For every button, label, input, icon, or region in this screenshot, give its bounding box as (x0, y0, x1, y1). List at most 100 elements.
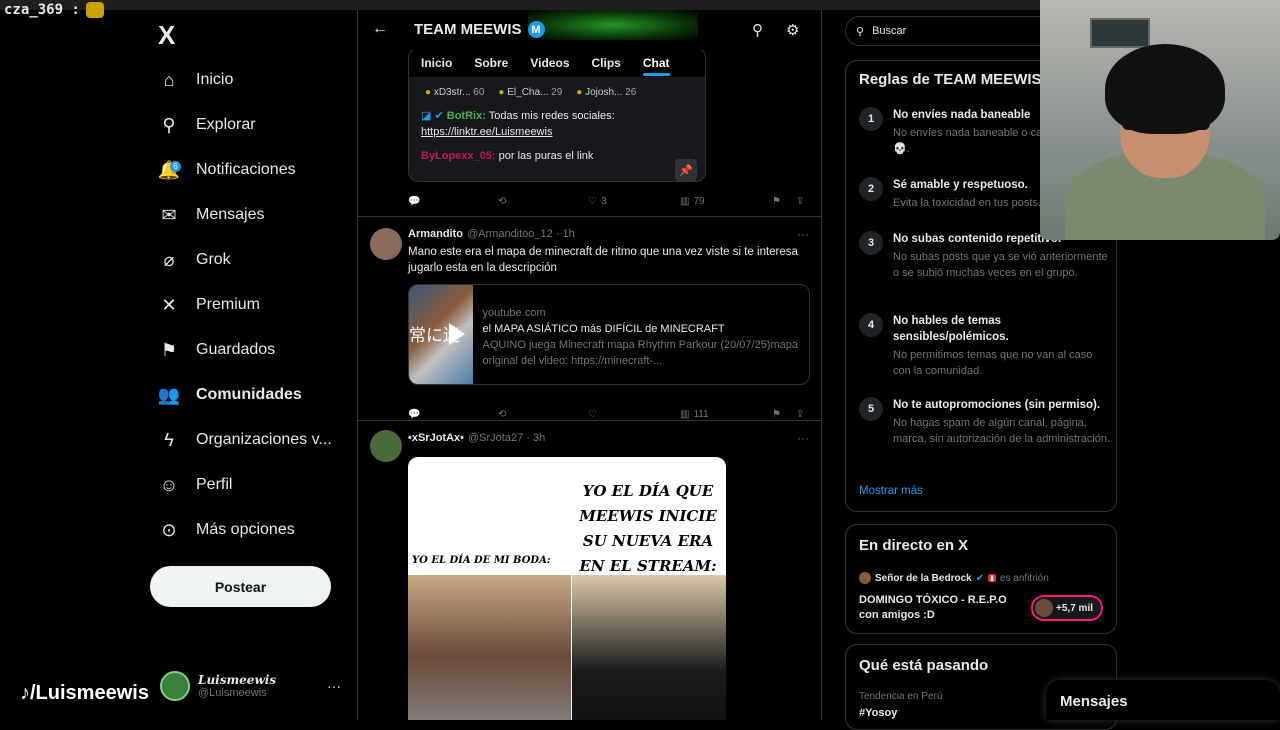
post-text: Mano este era el mapa de minecraft de ri… (408, 246, 798, 274)
rule-number: 5 (859, 397, 883, 421)
community-header: ← TEAM MEEWIS M ⚲ ⚙ (358, 10, 821, 50)
post-header: •xSrJotAx• @SrJota27 · 3h (408, 432, 545, 444)
lightning-icon: ϟ (164, 429, 174, 450)
nav-item-mensajes[interactable]: ✉ Mensajes (158, 195, 264, 235)
bookmark-icon[interactable]: ⚑ (772, 409, 781, 420)
post-author[interactable]: •xSrJotAx• (408, 432, 464, 444)
card-description: AQUINO juega Minecraft mapa Rhythm Parko… (482, 339, 798, 367)
messages-drawer[interactable]: Mensajes (1046, 680, 1280, 720)
repost-icon[interactable]: ⟲ (498, 409, 506, 420)
meme-caption-left: YO EL DÍA DE MI BODA: (412, 555, 551, 566)
x-logo-icon[interactable]: X (158, 20, 175, 51)
nav-label: Más opciones (196, 521, 295, 538)
account-switcher[interactable]: Luismeewis @Luismeewis ··· (160, 668, 355, 704)
post-handle: @SrJota27 · 3h (468, 432, 546, 444)
community-tabs: Inicio Sobre Videos Clips Chat (409, 49, 705, 77)
rule-description: No permitimos temas que no van al caso c… (893, 349, 1093, 377)
tab-videos[interactable]: Videos (530, 56, 569, 70)
live-host: Señor de la Bedrock ✔ ▮ es anfitrión (859, 572, 1049, 584)
tab-clips[interactable]: Clips (592, 56, 621, 70)
search-input[interactable]: Buscar (872, 25, 906, 37)
rule-number: 1 (859, 107, 883, 131)
trends-title: Qué está pasando (859, 657, 989, 674)
post-button[interactable]: Postear (150, 566, 331, 607)
youtube-card[interactable]: 常に迷 youtube.com el MAPA ASIÁTICO más DIF… (408, 284, 810, 385)
nav-item-guardados[interactable]: ⚑ Guardados (158, 330, 275, 370)
rule-description: No hagas spam de algún canal, página, ma… (893, 417, 1111, 445)
linktree-link[interactable]: https://linktr.ee/Luismeewis (421, 126, 552, 138)
bell-icon: 🔔 6 (157, 159, 181, 180)
avatar (859, 572, 871, 584)
nav-item-perfil[interactable]: ☺ Perfil (158, 465, 233, 505)
nav-label: Inicio (196, 71, 234, 88)
reply-icon[interactable]: 💬 (408, 409, 420, 420)
search-icon[interactable]: ⚲ (752, 21, 763, 39)
play-icon[interactable] (449, 323, 465, 345)
reply-icon[interactable]: 💬 (408, 196, 420, 207)
nav-label: Comunidades (196, 386, 302, 403)
nav-item-notificaciones[interactable]: 🔔 6 Notificaciones (158, 150, 296, 190)
main-timeline: ← TEAM MEEWIS M ⚲ ⚙ Inicio Sobre Videos Cli… (357, 10, 822, 720)
live-stream-title: DOMINGO TÓXICO - R.E.P.O con amigos :D (859, 594, 1007, 621)
post-actions: 💬 ⟲ ♡ 3 ▥ 79 ⚑ ⇪ (408, 193, 808, 209)
repost-icon[interactable]: ⟲ (498, 196, 506, 207)
nav-item-más-opciones[interactable]: ⊙ Más opciones (158, 510, 295, 550)
chat-user[interactable]: ● Jojosh... 26 (576, 87, 636, 98)
live-on-x[interactable]: En directo en X Señor de la Bedrock ✔ ▮ e… (845, 524, 1117, 634)
notification-badge: 6 (170, 161, 181, 172)
account-name: Luismeewis (198, 673, 277, 687)
like-icon[interactable]: ♡ (588, 409, 597, 420)
listener-count[interactable]: +5,7 mil (1031, 595, 1103, 621)
more-dots-icon[interactable]: ··· (797, 431, 809, 445)
trend-item[interactable]: #Yosoy (859, 707, 897, 719)
views-button[interactable]: ▥ 79 (680, 196, 705, 207)
post-handle: @Armanditoo_12 · 1h (467, 228, 575, 240)
back-arrow-icon[interactable]: ← (372, 20, 388, 38)
chat-user[interactable]: ● xD3str... 60 (425, 87, 484, 98)
nav-item-explorar[interactable]: ⚲ Explorar (158, 105, 255, 145)
account-handle: @Luismeewis (198, 687, 267, 699)
tiktok-watermark: ♪/Luismeewis (20, 682, 149, 704)
verified-icon: ✔ (975, 572, 985, 584)
avatar[interactable] (370, 430, 402, 462)
avatar[interactable] (370, 228, 402, 260)
card-title: el MAPA ASIÁTICO más DIFÍCIL de MINECRAF… (482, 323, 725, 335)
home-icon: ⌂ (163, 69, 175, 90)
views-button[interactable]: ▥ 111 (680, 409, 709, 420)
bookmark-icon[interactable]: ⚑ (772, 196, 781, 207)
emote-icon (85, 2, 104, 18)
chat-user[interactable]: ● El_Cha... 29 (498, 87, 562, 98)
tab-chat[interactable]: Chat (642, 56, 670, 76)
share-icon[interactable]: ⇪ (796, 196, 804, 207)
live-flag-icon: ▮ (988, 574, 996, 582)
gear-icon[interactable]: ⚙ (786, 21, 799, 39)
bot-name: BotRix: (446, 110, 486, 122)
meme-image[interactable]: YO EL DÍA QUE MEEWIS INICIE SU NUEVA ERA… (408, 457, 726, 720)
nav-label: Notificaciones (196, 161, 296, 178)
search-icon: ⚲ (856, 25, 865, 38)
nav-item-comunidades[interactable]: 👥 Comunidades (158, 375, 302, 415)
nav-item-grok[interactable]: ⌀ Grok (158, 240, 231, 280)
background-monitor (1090, 18, 1150, 48)
show-more-link[interactable]: Mostrar más (859, 485, 923, 497)
nav-label: Grok (196, 251, 231, 268)
pin-icon[interactable]: 📌 (675, 159, 697, 181)
nav-item-inicio[interactable]: ⌂ Inicio (158, 60, 234, 100)
more-dots-icon[interactable]: ··· (797, 227, 809, 241)
rule-number: 4 (859, 313, 883, 337)
post-author[interactable]: Armandito (408, 228, 463, 240)
tab-inicio[interactable]: Inicio (421, 56, 452, 70)
nav-label: Guardados (196, 341, 276, 358)
share-icon[interactable]: ⇪ (796, 409, 804, 420)
video-thumbnail[interactable]: 常に迷 (409, 285, 473, 384)
chat-messages: ◪ ✔ BotRix: Todas mis redes sociales: ht… (421, 110, 615, 162)
rule-number: 3 (859, 231, 883, 255)
tab-sobre[interactable]: Sobre (474, 56, 508, 70)
like-button[interactable]: ♡ 3 (588, 196, 607, 207)
bookmark-icon: ⚑ (160, 339, 178, 360)
chat-users-row: ● xD3str... 60 ● El_Cha... 29 ● Jojosh... … (409, 77, 705, 98)
more-dots-icon[interactable]: ··· (327, 678, 341, 694)
nav-item-organizaciones-v-[interactable]: ϟ Organizaciones v... (158, 420, 332, 460)
avatar (160, 671, 190, 701)
nav-item-premium[interactable]: ✕ Premium (158, 285, 260, 325)
